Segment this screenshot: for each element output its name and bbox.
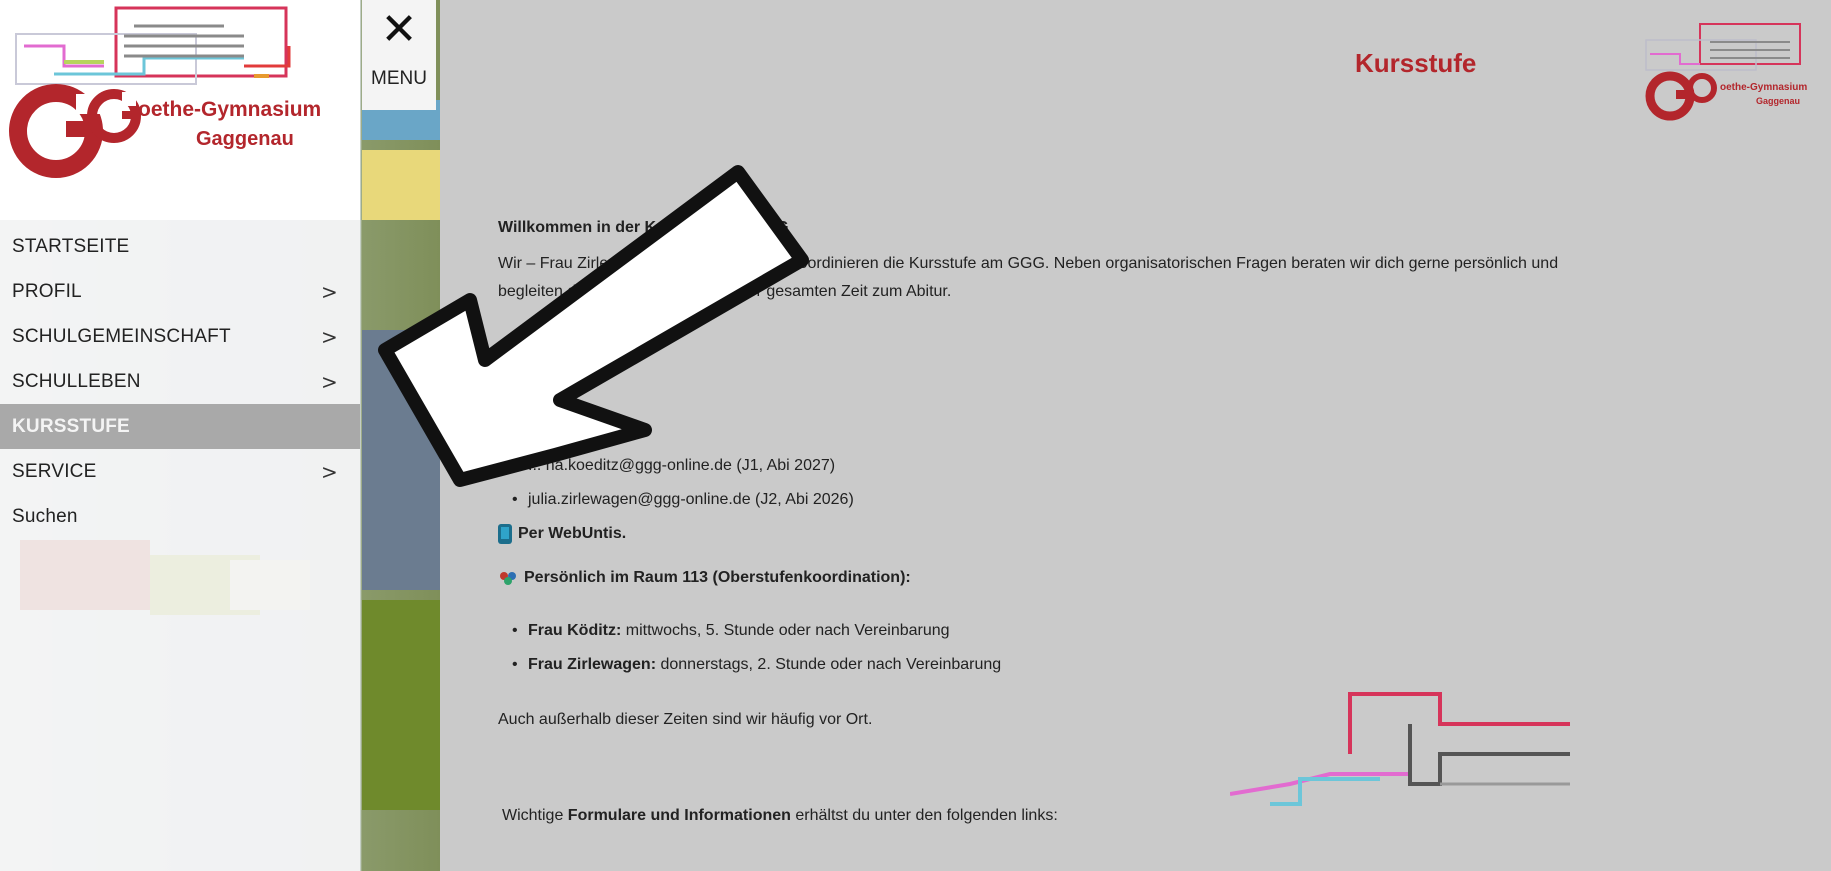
chevron-right-icon: > bbox=[321, 369, 338, 394]
teacher-name: Frau Zirlewagen: bbox=[528, 656, 657, 673]
webuntis-text: Per WebUntis. bbox=[518, 525, 627, 542]
nav-item-label: SCHULGEMEINSCHAFT bbox=[12, 325, 231, 347]
page: oethe-Gymnasium Gaggenau STARTSEITE PROF… bbox=[0, 0, 1831, 871]
nav-item-label: STARTSEITE bbox=[12, 235, 130, 257]
people-icon bbox=[500, 572, 516, 585]
sidebar: oethe-Gymnasium Gaggenau STARTSEITE PROF… bbox=[0, 0, 360, 871]
chevron-right-icon: > bbox=[321, 459, 338, 484]
nav-item-label: SERVICE bbox=[12, 460, 97, 482]
menu-label: MENU bbox=[371, 68, 427, 89]
close-icon: ✕ bbox=[380, 4, 418, 55]
forms-prefix: Wichtige bbox=[502, 807, 568, 824]
office-hours-item: Frau Köditz: mittwochs, 5. Stunde oder n… bbox=[512, 614, 1001, 648]
intro-line-1: Wir – Frau Zirlewagen und Frau Köditz – … bbox=[498, 255, 1559, 272]
webuntis-line: Per WebUntis. bbox=[498, 524, 626, 544]
office-hours-item: Frau Zirlewagen: donnerstags, 2. Stunde … bbox=[512, 648, 1001, 682]
nav-item-schulleben[interactable]: SCHULLEBEN > bbox=[0, 359, 360, 404]
nav-item-suchen[interactable]: Suchen bbox=[0, 494, 360, 539]
nav-item-label: KURSSTUFE bbox=[12, 415, 130, 437]
forms-intro: Wichtige Formulare und Informationen erh… bbox=[502, 802, 1058, 830]
intro-text: Wir – Frau Zirlewagen und Frau Köditz – … bbox=[498, 250, 1818, 306]
nav-item-kursstufe[interactable]: KURSSTUFE bbox=[0, 404, 360, 449]
nav-item-startseite[interactable]: STARTSEITE bbox=[0, 224, 360, 269]
email-link[interactable]: julia.zirlewagen@ggg-online.de (J2, Abi … bbox=[512, 483, 854, 517]
teacher-name: Frau Köditz: bbox=[528, 622, 622, 639]
office-hours-text: mittwochs, 5. Stunde oder nach Vereinbar… bbox=[621, 622, 950, 639]
logo-text-line1: oethe-Gymnasium bbox=[138, 98, 322, 121]
nav-item-profil[interactable]: PROFIL > bbox=[0, 269, 360, 314]
logo-small-line2: Gaggenau bbox=[1756, 96, 1801, 106]
intro-line-2: begleiten dich auf deinem Weg in der ges… bbox=[498, 283, 952, 300]
office-hours-text: donnerstags, 2. Stunde oder nach Vereinb… bbox=[656, 656, 1002, 673]
main-content: Kursstufe oethe-Gymnasium Gaggenau Willk… bbox=[440, 0, 1831, 871]
page-title: Kursstufe bbox=[1355, 48, 1477, 78]
menu-toggle-button[interactable]: ✕ MENU bbox=[362, 0, 436, 110]
nav-item-label: SCHULLEBEN bbox=[12, 370, 141, 392]
logo-graphic bbox=[9, 6, 291, 178]
forms-suffix: erhältst du unter den folgenden links: bbox=[790, 807, 1058, 824]
office-hours-list: Frau Köditz: mittwochs, 5. Stunde oder n… bbox=[512, 614, 1001, 682]
logo-graphic-small bbox=[1645, 23, 1801, 121]
nav-item-service[interactable]: SERVICE > bbox=[0, 449, 360, 494]
nav-item-schulgemeinschaft[interactable]: SCHULGEMEINSCHAFT > bbox=[0, 314, 360, 359]
logo-text-line2: Gaggenau bbox=[196, 128, 294, 150]
school-logo[interactable]: oethe-Gymnasium Gaggenau bbox=[0, 0, 360, 220]
email-list: ... na.koeditz@ggg-online.de (J1, Abi 20… bbox=[512, 449, 854, 517]
phone-icon bbox=[498, 524, 512, 544]
nav-item-label: Suchen bbox=[12, 505, 78, 527]
room-text: Persönlich im Raum 113 (Oberstufenkoordi… bbox=[524, 569, 911, 586]
main-nav: STARTSEITE PROFIL > SCHULGEMEINSCHAFT > … bbox=[0, 224, 360, 539]
nav-item-label: PROFIL bbox=[12, 280, 82, 302]
chevron-right-icon: > bbox=[321, 279, 338, 304]
school-logo-small[interactable]: oethe-Gymnasium Gaggenau bbox=[1640, 18, 1820, 128]
welcome-heading: Willkommen in der Kursstufe am GGG bbox=[498, 219, 789, 236]
logo-small-line1: oethe-Gymnasium bbox=[1720, 82, 1808, 93]
room-line: Persönlich im Raum 113 (Oberstufenkoordi… bbox=[498, 568, 911, 588]
email-link[interactable]: ... na.koeditz@ggg-online.de (J1, Abi 20… bbox=[512, 449, 854, 483]
forms-bold: Formulare und Informationen bbox=[567, 807, 791, 824]
availability-note: Auch außerhalb dieser Zeiten sind wir hä… bbox=[498, 711, 873, 728]
decorative-logo-fragment bbox=[1230, 692, 1570, 806]
chevron-right-icon: > bbox=[321, 324, 338, 349]
